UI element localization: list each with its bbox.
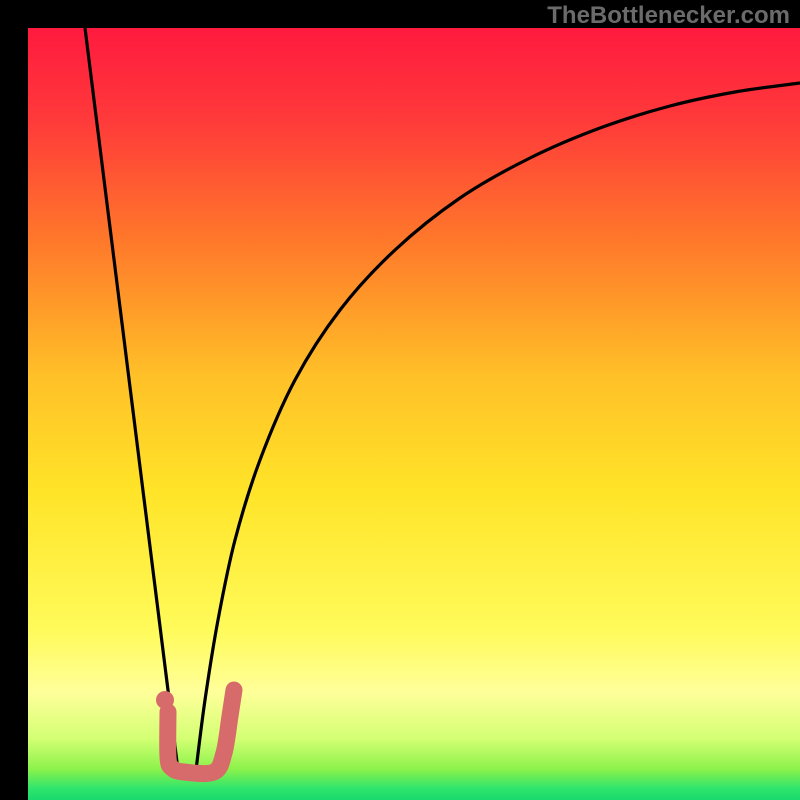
chart-frame: TheBottlenecker.com <box>0 0 800 800</box>
plot-background <box>28 28 800 800</box>
bottleneck-chart <box>0 0 800 800</box>
marker-dot <box>156 691 174 709</box>
attribution-watermark: TheBottlenecker.com <box>547 2 790 30</box>
